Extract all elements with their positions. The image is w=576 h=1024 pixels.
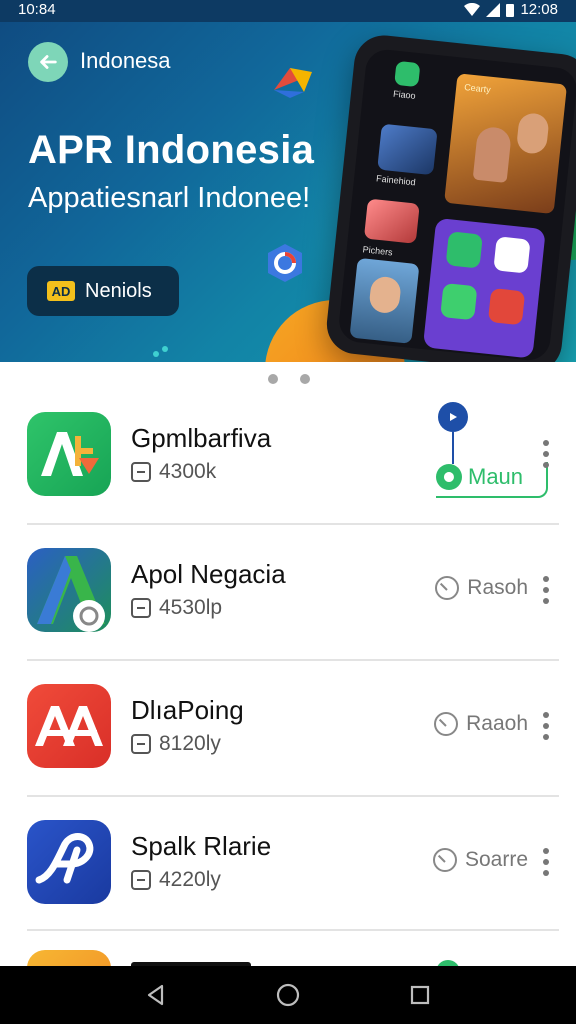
triangle-back-icon bbox=[147, 984, 164, 1006]
phone-grid-app-1 bbox=[445, 231, 483, 269]
app-logo-icon bbox=[37, 556, 105, 632]
app-size: 4300k bbox=[131, 460, 216, 484]
app-action-button[interactable]: Soarre bbox=[432, 848, 528, 872]
hero-title: APR Indonesia bbox=[28, 128, 315, 172]
pager-dot[interactable] bbox=[300, 374, 310, 384]
cta-logo-icon: AD bbox=[47, 281, 75, 301]
nav-recents-button[interactable] bbox=[400, 975, 440, 1015]
phone-tile-tools bbox=[363, 198, 420, 244]
phone-grid-app-2 bbox=[493, 236, 531, 274]
phone-grid-app-3 bbox=[440, 282, 478, 321]
app-size: 4220ly bbox=[131, 868, 221, 892]
phone-tile-label: Fiaoo bbox=[392, 88, 417, 101]
sparkle-dots-icon bbox=[153, 346, 168, 357]
install-status-icon bbox=[436, 464, 462, 490]
status-clock: 12:08 bbox=[520, 1, 558, 18]
more-vertical-icon[interactable] bbox=[541, 848, 551, 876]
hero-country-label: Indonesa bbox=[80, 48, 171, 73]
list-divider bbox=[27, 795, 559, 797]
app-list-item[interactable] bbox=[0, 950, 576, 966]
more-vertical-icon[interactable] bbox=[541, 576, 551, 604]
app-screen: Indonesa APR Indonesia Appatiesnarl Indo… bbox=[0, 0, 576, 1024]
app-action-label: Soarre bbox=[464, 848, 528, 871]
app-size-value: 4300k bbox=[159, 460, 217, 483]
chrome-like-icon bbox=[274, 68, 312, 98]
hero-subtitle: Appatiesnarl Indonee! bbox=[28, 182, 311, 214]
phone-screen: Fiaoo Cearty Fainehiod Pichers bbox=[337, 47, 576, 362]
app-action-button[interactable]: Raaoh bbox=[434, 712, 528, 736]
phone-app-grid bbox=[422, 217, 546, 359]
app-size: 4530lp bbox=[131, 596, 222, 620]
app-list-item[interactable]: DlıaPoing 8120ly Raaoh bbox=[0, 684, 576, 820]
back-button[interactable] bbox=[28, 42, 68, 82]
app-action-label: Raaoh bbox=[466, 712, 528, 735]
app-size: 8120ly bbox=[131, 732, 221, 756]
storage-icon bbox=[131, 598, 151, 618]
app-size-value: 4220ly bbox=[159, 868, 221, 891]
wifi-icon bbox=[464, 2, 481, 16]
battery-icon bbox=[506, 3, 515, 17]
app-action-label: Rasoh bbox=[467, 576, 528, 599]
location-pin-icon bbox=[438, 402, 468, 432]
app-list-item[interactable]: Gpmlbarfiva 4300k Maun bbox=[0, 402, 576, 548]
hero-cta-button[interactable]: AD Neniols bbox=[27, 266, 179, 316]
app-size-value: 8120ly bbox=[159, 732, 221, 755]
signal-icon bbox=[486, 2, 501, 17]
list-divider bbox=[27, 929, 559, 931]
clock-icon bbox=[432, 848, 457, 872]
status-time: 10:84 bbox=[18, 1, 56, 18]
clock-icon bbox=[434, 712, 459, 736]
storage-icon bbox=[131, 870, 151, 890]
app-list-item[interactable]: Spalk Rlarie 4220ly Soarre bbox=[0, 820, 576, 956]
more-vertical-icon[interactable] bbox=[541, 440, 551, 468]
google-hexagon-icon bbox=[268, 244, 302, 282]
app-icon bbox=[27, 412, 111, 496]
square-recents-icon bbox=[410, 985, 430, 1005]
system-navigation-bar bbox=[0, 966, 576, 1024]
more-vertical-icon[interactable] bbox=[541, 712, 551, 740]
pager-dot[interactable] bbox=[268, 374, 278, 384]
phone-person-face bbox=[472, 125, 513, 183]
status-icons: 12:08 bbox=[464, 1, 558, 18]
app-icon bbox=[27, 684, 111, 768]
phone-mockup: Fiaoo Cearty Fainehiod Pichers bbox=[323, 32, 576, 362]
phone-tile-label: Pichers bbox=[362, 244, 394, 258]
app-name: Spalk Rlarie bbox=[131, 831, 272, 861]
phone-tile-label: Fainehiod bbox=[375, 173, 417, 188]
hero-banner[interactable]: Indonesa APR Indonesia Appatiesnarl Indo… bbox=[0, 0, 576, 362]
nav-home-button[interactable] bbox=[268, 975, 308, 1015]
app-logo-icon bbox=[35, 833, 94, 884]
phone-grid-app-4 bbox=[487, 287, 526, 326]
app-name: Apol Negacia bbox=[131, 559, 286, 589]
app-name: DlıaPoing bbox=[131, 695, 244, 725]
app-logo-icon bbox=[35, 706, 103, 746]
arrow-left-icon bbox=[40, 55, 57, 69]
storage-icon bbox=[131, 734, 151, 754]
banner-pager bbox=[268, 374, 310, 384]
app-icon bbox=[27, 950, 111, 966]
app-icon bbox=[27, 820, 111, 904]
clock-icon bbox=[435, 576, 460, 600]
phone-tile-app bbox=[394, 60, 421, 88]
nav-back-button[interactable] bbox=[136, 975, 176, 1015]
app-name: Gpmlbarfiva bbox=[131, 423, 272, 453]
storage-icon bbox=[131, 462, 151, 482]
app-logo-icon bbox=[41, 432, 99, 476]
install-label: Maun bbox=[468, 464, 524, 489]
app-size-value: 4530lp bbox=[159, 596, 223, 619]
app-icon bbox=[27, 548, 111, 632]
app-list-item[interactable]: Apol Negacia 4530lp Rasoh bbox=[0, 548, 576, 684]
list-divider bbox=[27, 659, 559, 661]
install-button[interactable]: Maun bbox=[436, 402, 548, 500]
list-divider bbox=[27, 523, 559, 525]
app-action-button[interactable]: Rasoh bbox=[435, 576, 528, 600]
pin-connector bbox=[452, 432, 454, 464]
cta-label: Neniols bbox=[85, 279, 152, 302]
circle-home-icon bbox=[276, 983, 300, 1007]
phone-tile-robot bbox=[377, 123, 438, 176]
status-bar: 10:84 12:08 bbox=[0, 0, 576, 22]
